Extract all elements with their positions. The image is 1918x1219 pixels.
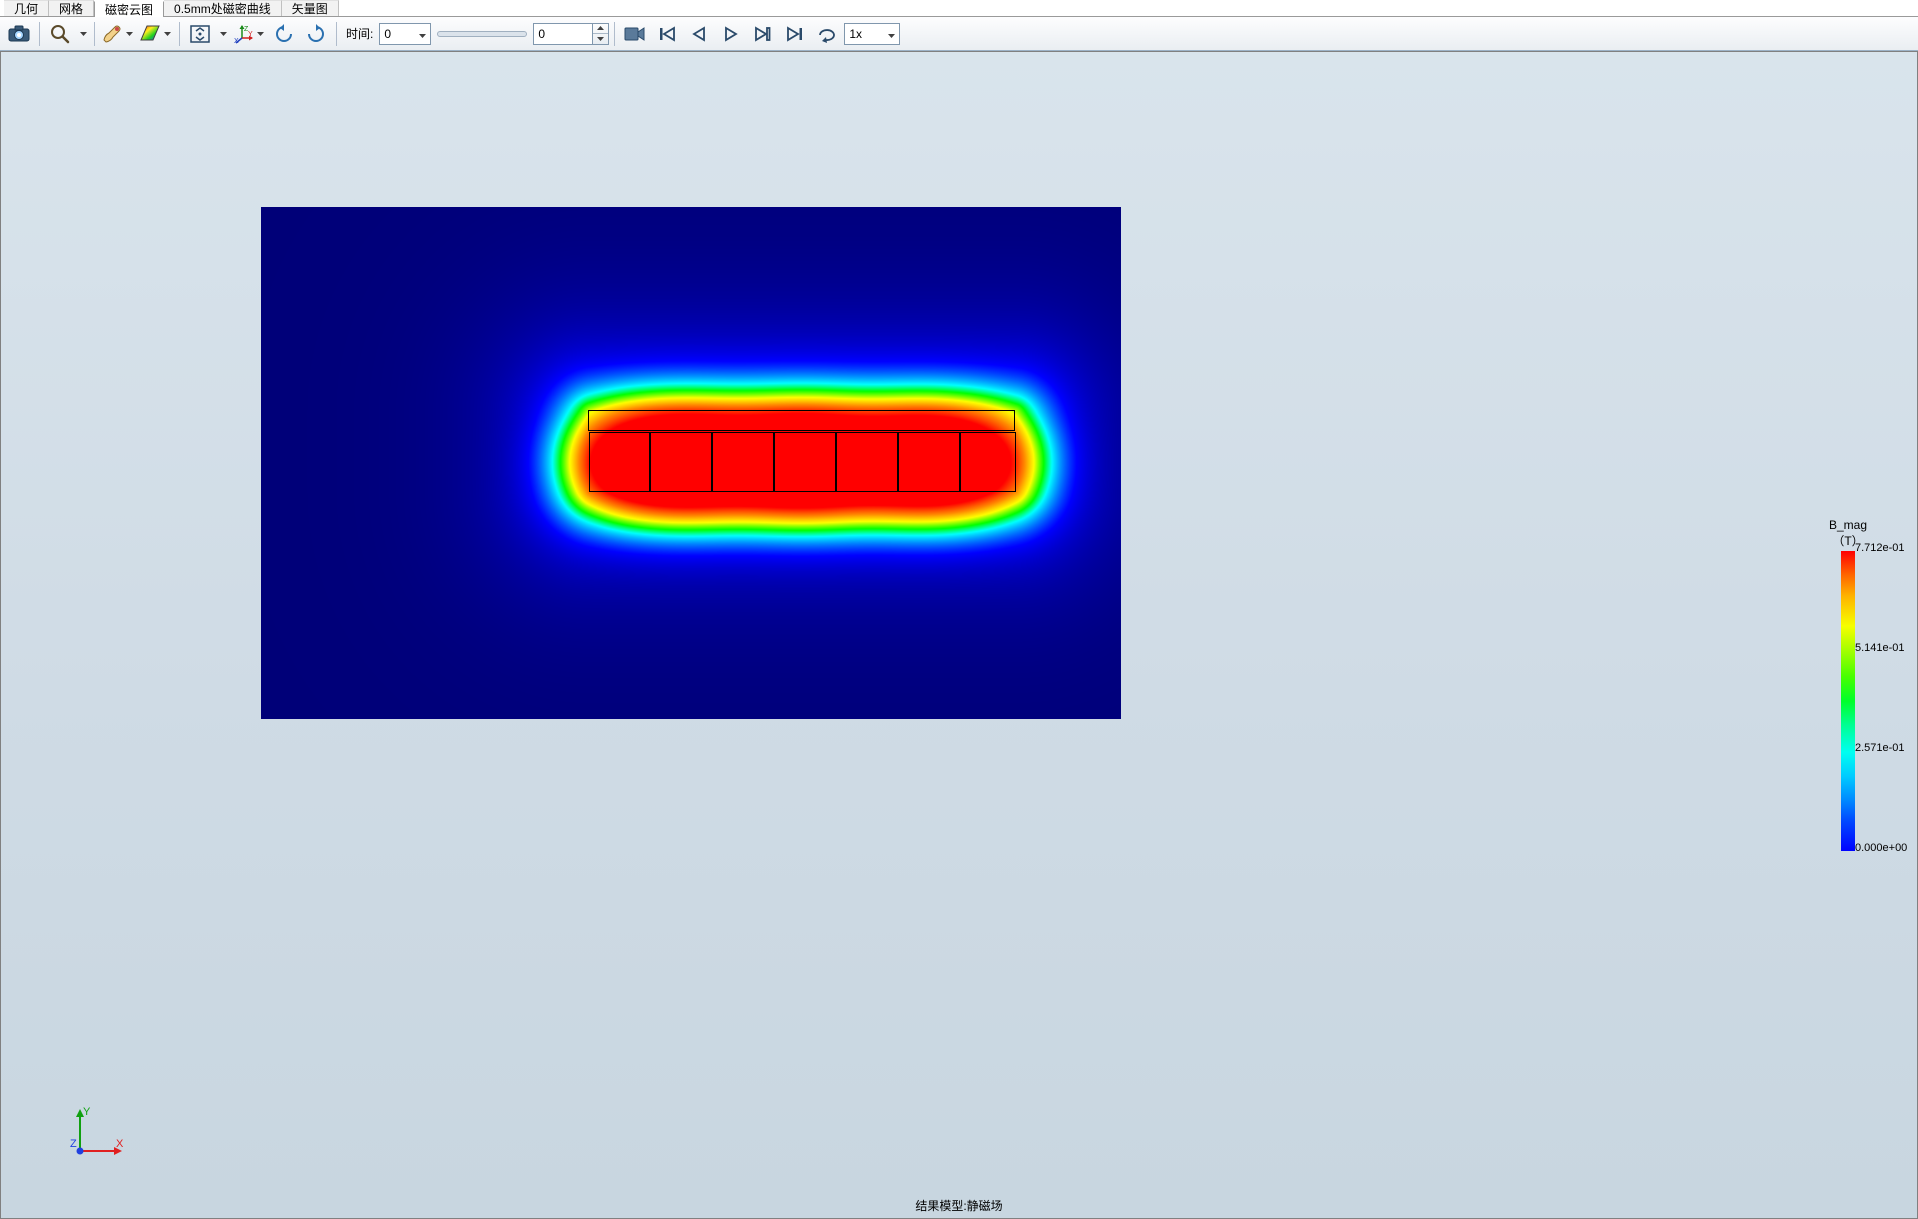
snapshot-button[interactable] — [4, 20, 34, 48]
legend-tick: 2.571e-01 — [1855, 742, 1905, 754]
svg-text:Y: Y — [83, 1106, 91, 1118]
fit-icon — [190, 25, 210, 43]
refresh-cw-button[interactable] — [301, 20, 331, 48]
contour-icon — [139, 24, 161, 44]
viewport[interactable]: Y X Z B_mag （T） 7.712e-015.141e-012.571e… — [0, 51, 1918, 1219]
loop-button[interactable] — [812, 20, 842, 48]
axis-gizmo: Y X Z — [68, 1103, 128, 1163]
play-icon — [723, 26, 739, 42]
fit-view-button[interactable] — [185, 20, 215, 48]
loop-icon — [817, 25, 837, 43]
stepback-icon — [691, 26, 707, 42]
svg-text:X: X — [234, 38, 239, 44]
time-select[interactable]: 0 — [379, 23, 431, 45]
legend-title: B_mag — [1793, 518, 1903, 532]
toolbar: ZYX 时间: 0 0 1x — [0, 17, 1918, 51]
play-button[interactable] — [716, 20, 746, 48]
svg-text:X: X — [116, 1138, 124, 1150]
first-frame-button[interactable] — [652, 20, 682, 48]
tab-vector[interactable]: 矢量图 — [282, 0, 339, 16]
legend-tick: 0.000e+00 — [1855, 842, 1907, 854]
contour-button[interactable] — [138, 20, 174, 48]
last-frame-button[interactable] — [780, 20, 810, 48]
playback-speed-select[interactable]: 1x — [844, 23, 900, 45]
legend-bar — [1841, 551, 1855, 851]
tab-b-curve[interactable]: 0.5mm处磁密曲线 — [164, 0, 282, 16]
result-caption: 结果模型:静磁场 — [915, 1197, 1002, 1214]
brush-icon — [101, 24, 123, 44]
first-icon — [658, 26, 676, 42]
time-scrub-spinner[interactable] — [593, 23, 609, 45]
tab-mesh[interactable]: 网格 — [49, 0, 94, 16]
movie-button[interactable] — [620, 20, 650, 48]
time-scrub-input[interactable]: 0 — [533, 23, 593, 45]
stepfwd-icon — [754, 26, 772, 42]
svg-text:Y: Y — [248, 31, 253, 38]
tab-bar: 几何 网格 磁密云图 0.5mm处磁密曲线 矢量图 — [0, 0, 1918, 17]
time-slider[interactable] — [437, 31, 527, 37]
tab-b-contour[interactable]: 磁密云图 — [94, 1, 164, 17]
time-label: 时间: — [346, 25, 373, 42]
refresh-ccw-button[interactable] — [269, 20, 299, 48]
step-back-button[interactable] — [684, 20, 714, 48]
legend-tick: 5.141e-01 — [1855, 642, 1905, 654]
zoom-button[interactable] — [45, 20, 75, 48]
orient-icon: ZYX — [232, 24, 254, 44]
contour-plot — [261, 207, 1121, 719]
brush-button[interactable] — [100, 20, 136, 48]
legend-tick: 7.712e-01 — [1855, 542, 1905, 554]
fit-dropdown[interactable] — [217, 32, 229, 36]
zoom-icon — [50, 24, 70, 44]
colorbar-legend: B_mag （T） 7.712e-015.141e-012.571e-010.0… — [1793, 518, 1903, 851]
zoom-dropdown[interactable] — [77, 32, 89, 36]
last-icon — [786, 26, 804, 42]
step-fwd-button[interactable] — [748, 20, 778, 48]
refresh-icon — [274, 24, 294, 44]
svg-text:Z: Z — [70, 1138, 77, 1150]
camera-icon — [8, 25, 30, 43]
orient-button[interactable]: ZYX — [231, 20, 267, 48]
movie-icon — [624, 26, 646, 42]
tab-geometry[interactable]: 几何 — [4, 0, 49, 16]
refresh-redo-icon — [306, 24, 326, 44]
